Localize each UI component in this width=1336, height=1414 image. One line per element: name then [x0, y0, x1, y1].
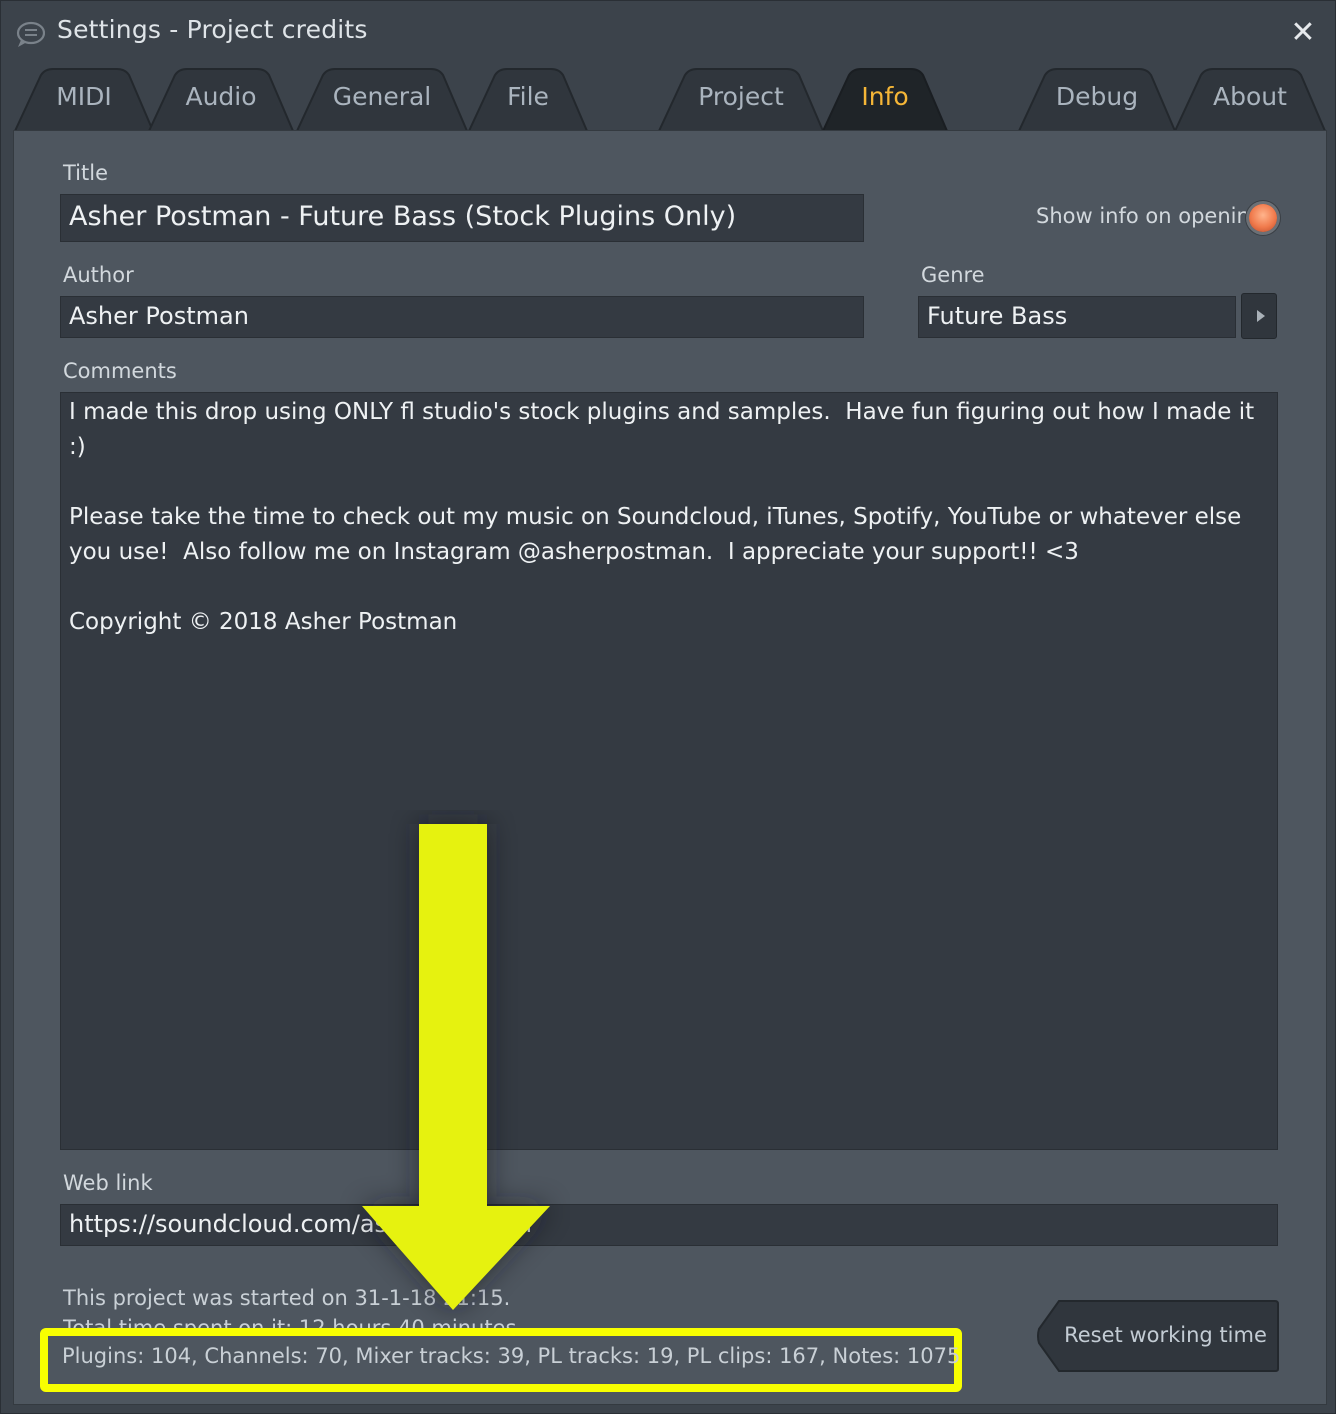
tab-midi[interactable]: MIDI — [13, 67, 155, 131]
comments-textarea[interactable]: I made this drop using ONLY fl studio's … — [60, 392, 1278, 1150]
close-button[interactable]: ✕ — [1289, 18, 1317, 48]
close-icon: ✕ — [1290, 15, 1316, 50]
comments-label: Comments — [63, 359, 177, 383]
show-info-toggle[interactable] — [1249, 204, 1277, 232]
author-input[interactable]: Asher Postman — [60, 296, 864, 338]
speech-bubble-icon — [16, 21, 45, 47]
weblink-input[interactable]: https://soundcloud.com/asherpostman — [60, 1204, 1278, 1246]
author-label: Author — [63, 263, 134, 287]
tab-bar: MIDI Audio General File Project Info Deb… — [1, 65, 1335, 131]
genre-dropdown-button[interactable] — [1241, 293, 1277, 339]
title-label: Title — [63, 161, 109, 185]
window-title: Settings - Project credits — [57, 15, 368, 44]
project-stats-text: Plugins: 104, Channels: 70, Mixer tracks… — [62, 1344, 961, 1368]
tab-project[interactable]: Project — [657, 67, 825, 131]
info-panel: Title Asher Postman - Future Bass (Stock… — [13, 130, 1327, 1405]
tab-file[interactable]: File — [467, 67, 589, 131]
project-started-text: This project was started on 31-1-18 21:1… — [63, 1286, 511, 1310]
tab-about[interactable]: About — [1173, 67, 1327, 131]
reset-working-time-button[interactable]: Reset working time — [1037, 1299, 1280, 1373]
show-info-label: Show info on opening — [1036, 204, 1264, 228]
genre-input[interactable]: Future Bass — [918, 296, 1236, 338]
title-bar: Settings - Project credits ✕ — [1, 1, 1335, 65]
tab-audio[interactable]: Audio — [147, 67, 295, 131]
tab-info[interactable]: Info — [821, 67, 949, 131]
title-input[interactable]: Asher Postman - Future Bass (Stock Plugi… — [60, 194, 864, 242]
genre-label: Genre — [921, 263, 985, 287]
tab-general[interactable]: General — [295, 67, 469, 131]
settings-window: Settings - Project credits ✕ MIDI Audio … — [0, 0, 1336, 1414]
weblink-label: Web link — [63, 1171, 153, 1195]
tab-debug[interactable]: Debug — [1017, 67, 1177, 131]
